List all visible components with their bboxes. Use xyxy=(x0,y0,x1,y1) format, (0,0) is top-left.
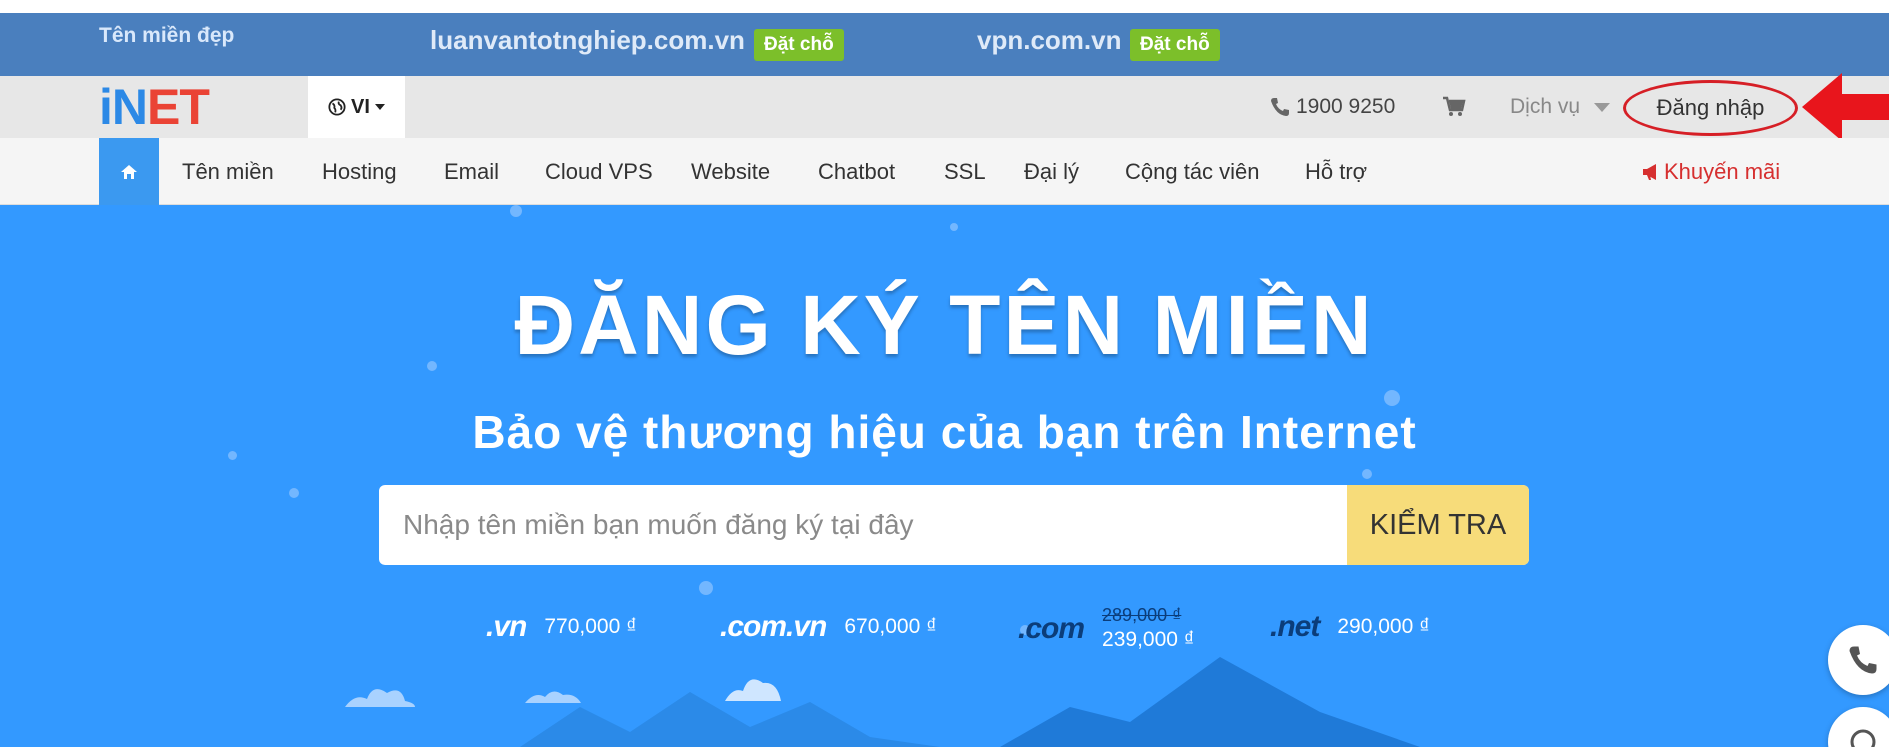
tld-price-group: 289,000 ₫ 239,000 ₫ xyxy=(1102,605,1195,652)
snow-dot xyxy=(1384,390,1400,406)
hero-title: ĐĂNG KÝ TÊN MIỀN xyxy=(514,278,1375,372)
nav-ssl[interactable]: SSL xyxy=(944,138,986,205)
logo-part2: ET xyxy=(147,79,210,135)
check-button[interactable]: KIỂM TRA xyxy=(1347,485,1529,565)
caret-down-icon xyxy=(374,104,385,110)
snow-dot xyxy=(289,488,299,498)
nav-promotion[interactable]: Khuyến mãi xyxy=(1642,138,1780,205)
service-dropdown[interactable]: Dịch vụ xyxy=(1510,76,1611,138)
nav-website[interactable]: Website xyxy=(691,138,770,205)
domain-search-input[interactable] xyxy=(379,485,1347,565)
mountain-shape xyxy=(1000,657,1420,747)
nav-hosting[interactable]: Hosting xyxy=(322,138,397,205)
language-label: VI xyxy=(351,95,370,118)
nav-affiliate[interactable]: Cộng tác viên xyxy=(1125,138,1260,205)
hero-section: ĐĂNG KÝ TÊN MIỀN Bảo vệ thương hiệu của … xyxy=(0,205,1889,747)
promo-domain-2[interactable]: vpn.com.vn xyxy=(977,25,1121,56)
promo-bar: Tên miền đẹp luanvantotnghiep.com.vn Đặt… xyxy=(0,13,1889,76)
cloud-icon xyxy=(345,689,415,707)
tld-price: 770,000 ₫ xyxy=(544,615,637,638)
chat-icon xyxy=(1850,729,1876,747)
tld-ext: .vn xyxy=(486,610,527,643)
home-icon xyxy=(121,164,137,179)
login-label: Đăng nhập xyxy=(1656,95,1765,120)
call-button[interactable] xyxy=(1828,625,1889,695)
reserve-button-2[interactable]: Đặt chỗ xyxy=(1130,29,1220,61)
tld-ext: .com.vn xyxy=(720,610,827,643)
service-label: Dịch vụ xyxy=(1510,95,1581,118)
promo-label: Tên miền đẹp xyxy=(99,24,235,47)
promotion-label: Khuyến mãi xyxy=(1664,158,1781,184)
language-selector[interactable]: VI xyxy=(308,76,405,138)
globe-icon xyxy=(328,98,346,116)
phone-icon xyxy=(1271,98,1289,116)
domain-search: KIỂM TRA xyxy=(379,485,1529,565)
tld-com[interactable]: .com 289,000 ₫ 239,000 ₫ xyxy=(1018,605,1195,652)
snow-dot xyxy=(1362,469,1372,479)
tld-price: 290,000 ₫ xyxy=(1337,615,1430,638)
login-button[interactable]: Đăng nhập xyxy=(1623,80,1798,136)
arrow-annotation-icon xyxy=(1802,73,1889,141)
tld-old-price: 289,000 ₫ xyxy=(1102,605,1182,625)
snow-dot xyxy=(699,581,713,595)
nav-domain[interactable]: Tên miền xyxy=(182,138,274,205)
phone-number: 1900 9250 xyxy=(1296,95,1396,118)
home-button[interactable] xyxy=(99,138,159,205)
hotline[interactable]: 1900 9250 xyxy=(1270,76,1395,138)
mountain-shape xyxy=(520,692,940,747)
promo-domain-1[interactable]: luanvantotnghiep.com.vn xyxy=(430,25,745,56)
tld-ext: .com xyxy=(1018,611,1085,645)
tld-ext: .net xyxy=(1270,610,1320,643)
nav-agency[interactable]: Đại lý xyxy=(1024,138,1079,205)
tld-net[interactable]: .net 290,000 ₫ xyxy=(1270,610,1430,644)
phone-icon xyxy=(1849,646,1877,674)
hero-subtitle: Bảo vệ thương hiệu của bạn trên Internet xyxy=(472,406,1417,458)
nav-email[interactable]: Email xyxy=(444,138,499,205)
logo-part1: iN xyxy=(99,79,148,135)
tld-com-vn[interactable]: .com.vn 670,000 ₫ xyxy=(720,610,937,644)
inet-logo[interactable]: iNET xyxy=(99,82,210,132)
chat-button[interactable] xyxy=(1828,707,1889,747)
tld-price: 239,000 ₫ xyxy=(1102,628,1195,651)
nav-cloud-vps[interactable]: Cloud VPS xyxy=(545,138,653,205)
main-nav: Tên miền Hosting Email Cloud VPS Website… xyxy=(0,138,1889,205)
reserve-button-1[interactable]: Đặt chỗ xyxy=(754,29,844,61)
nav-chatbot[interactable]: Chatbot xyxy=(818,138,895,205)
tld-price: 670,000 ₫ xyxy=(844,615,937,638)
nav-support[interactable]: Hỗ trợ xyxy=(1305,138,1367,205)
caret-down-icon xyxy=(1594,102,1611,112)
header: iNET VI 1900 9250 Dịch vụ Đăng nhập xyxy=(0,73,1889,141)
snow-dot xyxy=(510,205,522,217)
snow-dot xyxy=(950,223,958,231)
megaphone-icon xyxy=(1643,163,1656,180)
tld-vn[interactable]: .vn 770,000 ₫ xyxy=(486,610,637,644)
cart-icon xyxy=(1443,96,1466,116)
cart-button[interactable] xyxy=(1442,76,1466,138)
